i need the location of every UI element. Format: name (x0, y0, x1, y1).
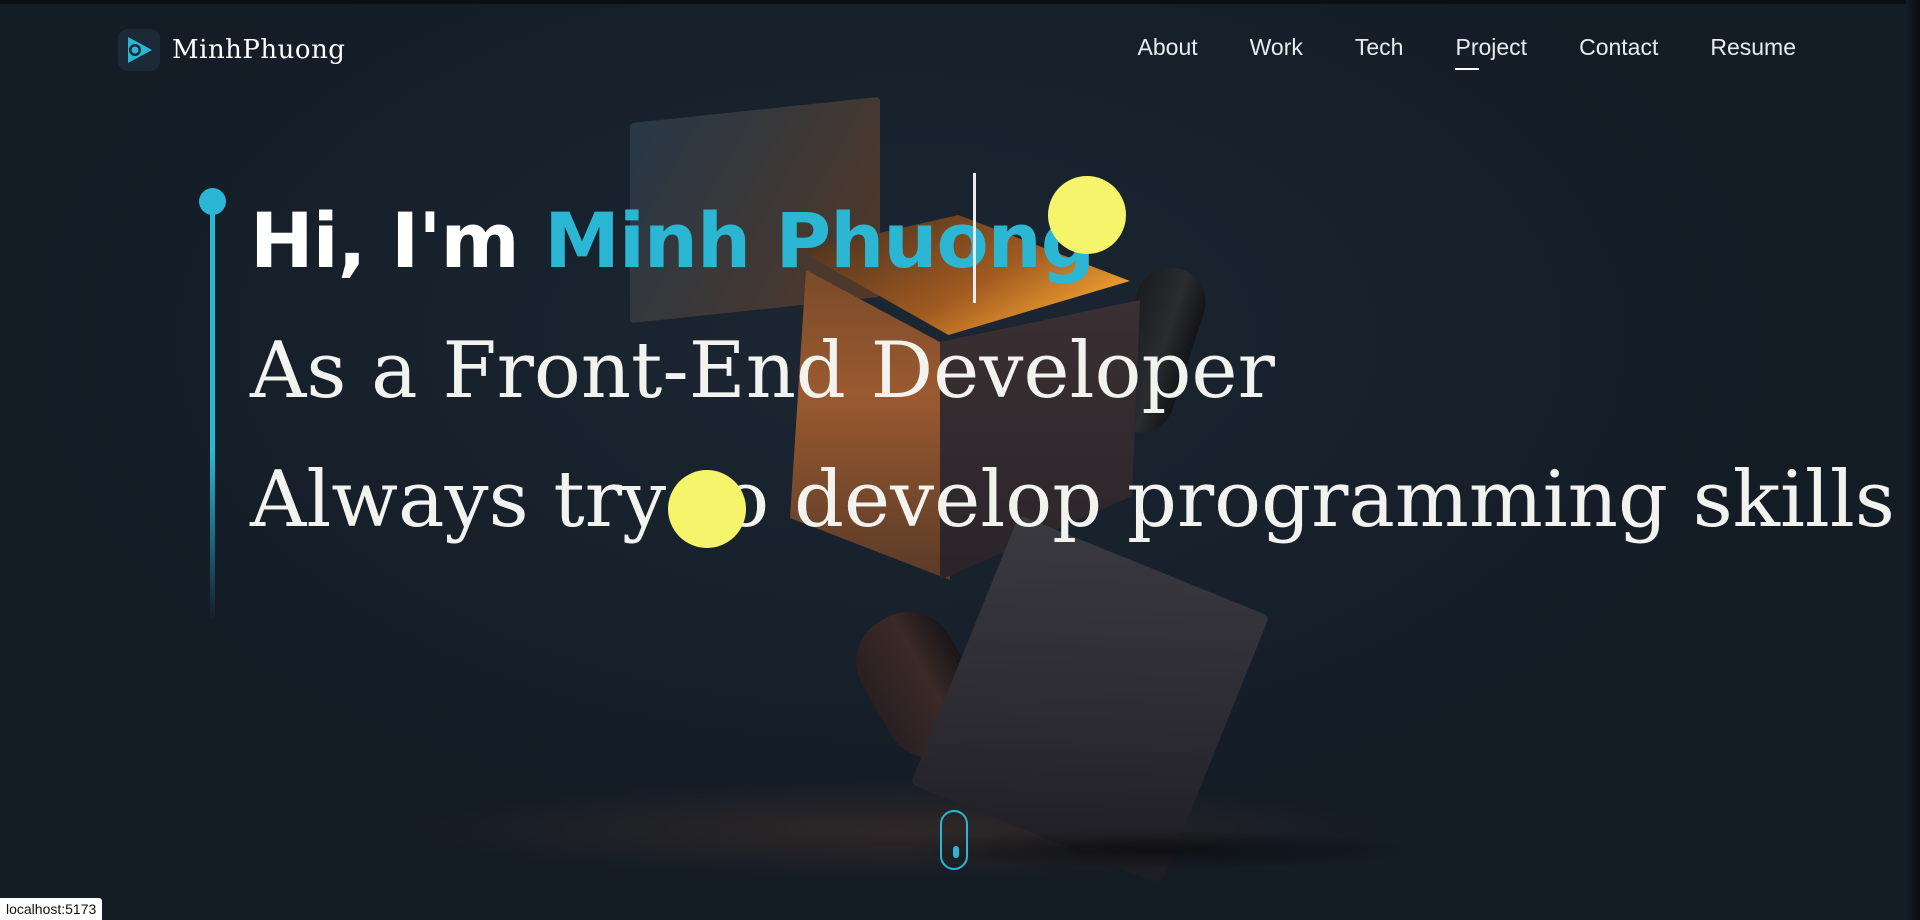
page: MinhPhuong About Work Tech Project Conta… (0, 0, 1920, 920)
nav-about[interactable]: About (1138, 34, 1198, 61)
background-shadow (900, 830, 1420, 870)
window-right-edge (1906, 0, 1920, 920)
logo-text: MinhPhuong (172, 35, 346, 65)
mouse-scroll-icon[interactable] (940, 810, 968, 870)
nav-resume[interactable]: Resume (1710, 34, 1796, 61)
hero-name: Minh Phuong (544, 196, 1095, 285)
nav-tech[interactable]: Tech (1355, 34, 1404, 61)
site-header: MinhPhuong About Work Tech Project Conta… (0, 0, 1920, 100)
typing-caret (973, 173, 976, 303)
cursor-highlight-dot (1048, 176, 1126, 254)
hero-role: As a Front-End Developer (250, 326, 1275, 416)
status-bar-url: localhost:5173 (0, 898, 103, 920)
hero-heading: Hi, I'm Minh Phuong (250, 196, 1095, 285)
nav-contact[interactable]: Contact (1579, 34, 1658, 61)
hero-accent-line (210, 200, 215, 620)
scroll-wheel (953, 846, 959, 858)
main-nav: About Work Tech Project Contact Resume (1138, 34, 1796, 70)
hero-greeting: Hi, I'm (250, 196, 520, 285)
nav-work[interactable]: Work (1250, 34, 1303, 61)
play-logo-icon (118, 29, 160, 71)
cursor-highlight-dot (668, 470, 746, 548)
hero-tagline: Always try to develop programming skills (250, 455, 1895, 545)
logo[interactable]: MinhPhuong (118, 26, 345, 74)
hero-accent-dot (199, 188, 226, 215)
nav-project[interactable]: Project (1455, 34, 1527, 70)
